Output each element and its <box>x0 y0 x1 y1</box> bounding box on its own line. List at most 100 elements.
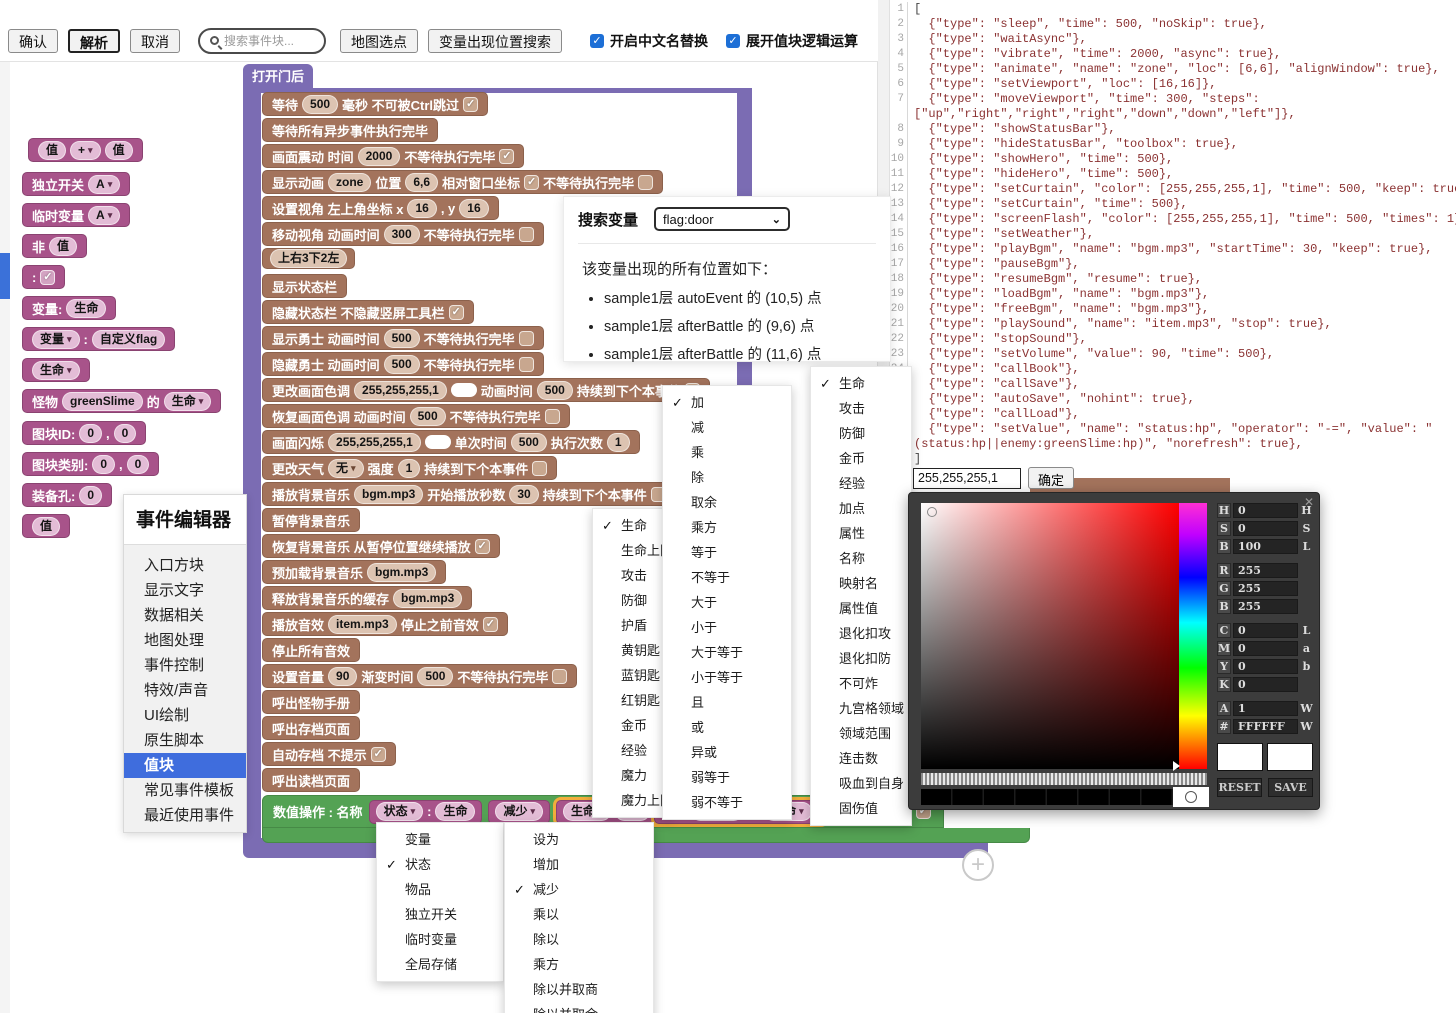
statement-block[interactable]: 释放背景音乐的缓存bgm.mp3 <box>262 586 472 610</box>
block-field[interactable]: 值 <box>32 517 60 536</box>
statement-block[interactable]: 隐藏状态栏 不隐藏竖屏工具栏✓ <box>262 300 474 324</box>
statement-block[interactable]: 画面震动 时间2000不等待执行完毕✓ <box>262 144 524 168</box>
menu-item[interactable]: 弱等于 <box>663 765 791 790</box>
gradient-cursor[interactable] <box>927 507 937 517</box>
statement-block[interactable]: 画面闪烁255,255,255,1单次时间500执行次数1 <box>262 430 640 454</box>
flyout-block[interactable]: 值+▾值 <box>28 138 143 162</box>
saved-swatches-row[interactable] <box>921 789 1173 805</box>
menu-item[interactable]: 属性值 <box>811 596 911 621</box>
block-dropdown[interactable]: 生命▾ <box>32 361 80 380</box>
statement-block[interactable]: 播放音效item.mp3停止之前音效✓ <box>262 612 508 636</box>
target-dropdown[interactable]: 状态▾ <box>376 802 424 821</box>
search-block-input[interactable]: 搜索事件块... <box>198 28 326 54</box>
color-swatch-field[interactable] <box>451 383 477 397</box>
block-field[interactable]: 自定义flag <box>92 330 165 349</box>
block-field[interactable]: 值 <box>49 237 77 256</box>
swatch-add-area[interactable] <box>1173 787 1209 807</box>
name-field[interactable]: 生命 <box>435 802 475 821</box>
block-field[interactable]: 0 <box>79 486 102 505</box>
menu-item[interactable]: 属性 <box>811 521 911 546</box>
menu-item[interactable]: 变量 <box>377 827 503 852</box>
statement-block[interactable]: 隐藏勇士 动画时间500不等待执行完毕 <box>262 352 544 376</box>
menu-item[interactable]: 吸血到自身 <box>811 771 911 796</box>
statement-block[interactable]: 停止所有音效 <box>262 638 360 662</box>
block-field[interactable]: 0 <box>114 424 137 443</box>
statement-block[interactable]: 暂停背景音乐 <box>262 508 360 532</box>
flyout-block[interactable]: 怪物greenSlime的生命▾ <box>22 389 221 413</box>
menu-item[interactable]: 九宫格领域 <box>811 696 911 721</box>
statement-block[interactable]: 更改天气无▾强度1持续到下个本事件 <box>262 456 557 480</box>
menu-item[interactable]: 经验 <box>593 738 669 763</box>
parse-button[interactable]: 解析 <box>68 29 120 53</box>
menu-item[interactable]: 加 <box>663 390 791 415</box>
menu-item[interactable]: 设为 <box>505 827 653 852</box>
block-dropdown[interactable]: 变量▾ <box>32 330 80 349</box>
checkbox-field[interactable]: ✓ <box>524 175 539 190</box>
block-field[interactable]: 500 <box>417 667 453 686</box>
block-field[interactable]: 值 <box>38 141 66 160</box>
color-field-value[interactable]: 0 <box>1233 521 1298 536</box>
statement-block[interactable]: 等待500毫秒 不可被Ctrl跳过✓ <box>262 92 488 116</box>
block-field[interactable]: 16 <box>407 199 436 218</box>
statement-block[interactable]: 显示勇士 动画时间500不等待执行完毕 <box>262 326 544 350</box>
menu-item[interactable]: 减 <box>663 415 791 440</box>
block-field[interactable]: bgm.mp3 <box>367 563 436 582</box>
menu-item[interactable]: 防御 <box>811 421 911 446</box>
block-field[interactable]: item.mp3 <box>328 615 397 634</box>
checkbox-field[interactable] <box>638 175 653 190</box>
block-dropdown[interactable]: A▾ <box>88 175 120 194</box>
variable-search-button[interactable]: 变量出现位置搜索 <box>428 29 562 53</box>
menu-item[interactable]: 攻击 <box>811 396 911 421</box>
menu-item[interactable]: 乘方 <box>663 515 791 540</box>
flyout-scrollbar-track[interactable] <box>0 62 10 1013</box>
menu-item[interactable]: 弱不等于 <box>663 790 791 815</box>
checkbox-field[interactable] <box>532 461 547 476</box>
checkbox-field[interactable]: ✓ <box>40 270 55 285</box>
menu-item[interactable]: 除以并取商 <box>505 977 653 1002</box>
color-field-value[interactable]: 255 <box>1233 581 1298 596</box>
menu-item[interactable]: 除以并取余 <box>505 1002 653 1013</box>
block-field[interactable]: 1 <box>607 433 630 452</box>
menu-item[interactable]: 乘 <box>663 440 791 465</box>
statement-block[interactable]: 呼出怪物手册 <box>262 690 360 714</box>
statement-block[interactable]: 呼出读档页面 <box>262 768 360 792</box>
sidebar-item-7[interactable]: UI绘制 <box>124 703 246 728</box>
block-field[interactable]: 生命 <box>66 299 106 318</box>
statement-block[interactable]: 等待所有异步事件执行完毕 <box>262 118 438 142</box>
menu-item[interactable]: 增加 <box>505 852 653 877</box>
menu-item[interactable]: 除以 <box>505 927 653 952</box>
statement-block[interactable]: 更改画面色调255,255,255,1动画时间500持续到下个本事件 <box>262 378 710 402</box>
sidebar-item-3[interactable]: 数据相关 <box>124 603 246 628</box>
block-field[interactable]: 300 <box>384 225 420 244</box>
menu-item[interactable]: 小于 <box>663 615 791 640</box>
statement-block[interactable]: 播放背景音乐bgm.mp3开始播放秒数30持续到下个本事件 <box>262 482 676 506</box>
block-field[interactable]: 500 <box>302 95 338 114</box>
sidebar-item-11[interactable]: 最近使用事件 <box>124 803 246 828</box>
hue-slider[interactable] <box>1179 503 1207 769</box>
color-confirm-button[interactable]: 确定 <box>1028 467 1074 489</box>
event-wrapper-block[interactable]: 打开门后 <box>243 64 313 90</box>
flyout-block[interactable]: 非值 <box>22 234 87 258</box>
statement-block[interactable]: 设置音量90渐变时间500不等待执行完毕 <box>262 664 577 688</box>
menu-item[interactable]: 攻击 <box>593 563 669 588</box>
statement-block[interactable]: 恢复背景音乐 从暂停位置继续播放✓ <box>262 534 500 558</box>
menu-item[interactable]: 黄钥匙 <box>593 638 669 663</box>
block-field[interactable]: 500 <box>537 381 573 400</box>
menu-item[interactable]: 生命 <box>811 371 911 396</box>
statement-block[interactable]: 预加载背景音乐bgm.mp3 <box>262 560 446 584</box>
sidebar-item-9[interactable]: 值块 <box>124 753 246 778</box>
menu-item[interactable]: 独立开关 <box>377 902 503 927</box>
flyout-block[interactable]: 生命▾ <box>22 358 90 382</box>
checkbox-field[interactable] <box>519 357 534 372</box>
menu-item[interactable]: 退化扣防 <box>811 646 911 671</box>
menu-item[interactable]: 生命 <box>593 513 669 538</box>
menu-item[interactable]: 且 <box>663 690 791 715</box>
color-field-value[interactable]: 255 <box>1233 563 1298 578</box>
menu-item[interactable]: 异或 <box>663 740 791 765</box>
menu-item[interactable]: 乘方 <box>505 952 653 977</box>
block-field[interactable]: greenSlime <box>62 392 143 411</box>
block-field[interactable]: 16 <box>459 199 488 218</box>
flyout-block[interactable]: 临时变量A▾ <box>22 203 130 227</box>
menu-item[interactable]: 不等于 <box>663 565 791 590</box>
menu-item[interactable]: 名称 <box>811 546 911 571</box>
